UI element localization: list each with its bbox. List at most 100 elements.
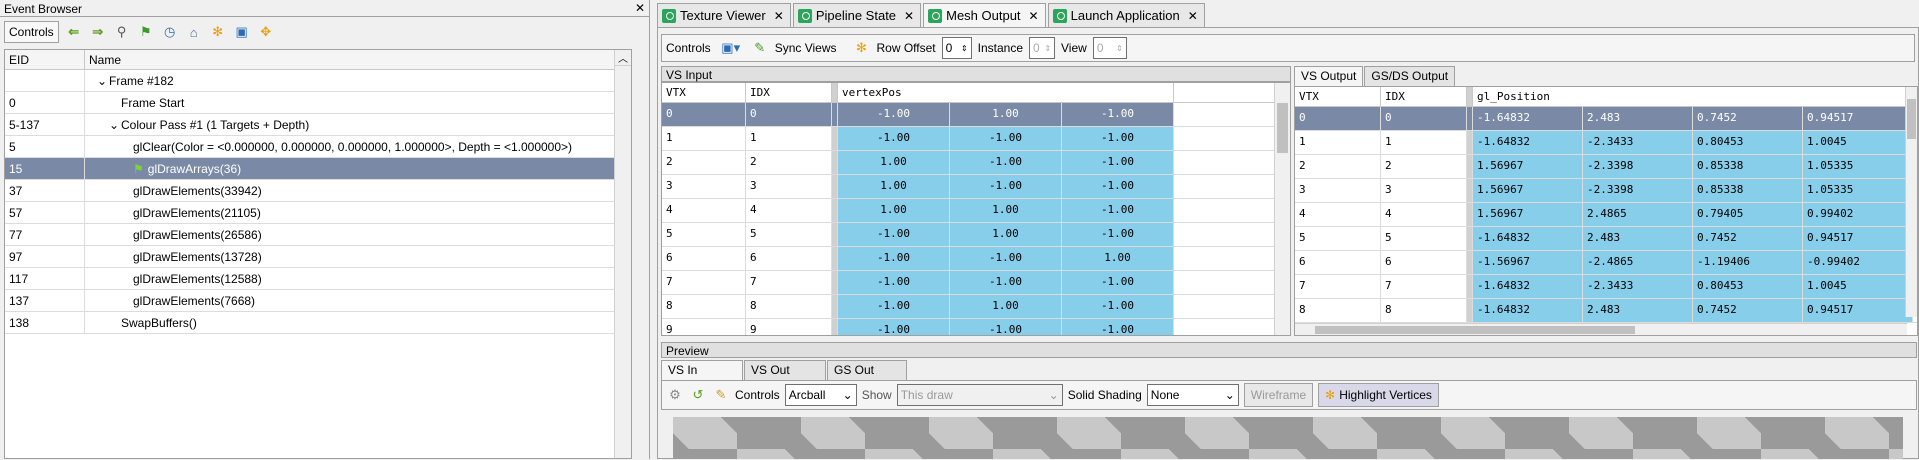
vertexpos-column-header[interactable]: vertexPos — [838, 83, 1174, 102]
row-offset-spinner[interactable]: 0 ⇕ — [941, 37, 972, 59]
out-vtx-column-header[interactable]: VTX — [1295, 87, 1381, 106]
table-cell: -1.00 — [1062, 151, 1174, 174]
eid-column-header[interactable]: EID — [5, 50, 85, 69]
gear-icon[interactable]: ⚙ — [666, 386, 684, 404]
tab-vs-output[interactable]: VS Output — [1294, 66, 1364, 86]
event-row[interactable]: 137 glDrawElements(7668) — [5, 290, 631, 312]
shading-select[interactable]: None ⌄ — [1146, 384, 1239, 406]
close-icon[interactable]: ✕ — [1029, 9, 1039, 23]
table-row[interactable]: 0 0 -1.00 1.00 -1.00 — [662, 103, 1290, 127]
event-row[interactable]: ⌄ Frame #182 — [5, 70, 631, 92]
vs-output-hscrollbar[interactable] — [1295, 323, 1907, 335]
table-row[interactable]: 6 6 -1.00 -1.00 1.00 — [662, 247, 1290, 271]
table-cell: -2.3433 — [1583, 131, 1693, 154]
tab-gs-ds-output[interactable]: GS/DS Output — [1364, 66, 1456, 86]
clock-icon[interactable]: ◷ — [161, 23, 179, 41]
close-icon[interactable]: ✕ — [774, 9, 784, 23]
scroll-thumb[interactable] — [1277, 103, 1288, 153]
vs-input-scrollbar[interactable] — [1274, 83, 1290, 335]
table-row[interactable]: 5 5 -1.00 1.00 -1.00 — [662, 223, 1290, 247]
wireframe-button[interactable]: Wireframe — [1243, 383, 1314, 407]
show-select[interactable]: This draw ⌄ — [896, 384, 1063, 406]
highlight-vertices-button[interactable]: ✻ Highlight Vertices — [1318, 383, 1439, 407]
table-row[interactable]: 4 4 1.00 1.00 -1.00 — [662, 199, 1290, 223]
flag-icon[interactable]: ⚑ — [137, 23, 155, 41]
tab-gs-out[interactable]: GS Out — [827, 360, 907, 380]
table-row[interactable]: 9 9 -1.00 -1.00 -1.00 — [662, 319, 1290, 335]
table-row[interactable]: 0 0 -1.64832 2.483 0.7452 0.94517 — [1295, 107, 1917, 131]
binoculars-icon[interactable]: ⚲ — [113, 23, 131, 41]
tab-vs-out[interactable]: VS Out — [744, 360, 826, 380]
event-row[interactable]: 5-137 ⌄ Colour Pass #1 (1 Targets + Depth) — [5, 114, 631, 136]
vs-output-grid: VTX IDX gl_Position 0 0 -1.64832 2.483 0.745… — [1294, 86, 1918, 336]
event-name-cell: glDrawElements(12588) — [85, 268, 631, 289]
event-row[interactable]: 37 glDrawElements(33942) — [5, 180, 631, 202]
event-row[interactable]: 138 SwapBuffers() — [5, 312, 631, 334]
pipette-icon[interactable]: ✎ — [712, 386, 730, 404]
table-cell: 1.56967 — [1473, 203, 1583, 226]
table-row[interactable]: 5 5 -1.64832 2.483 0.7452 0.94517 — [1295, 227, 1917, 251]
tab-texture-viewer[interactable]: Texture Viewer ✕ — [657, 3, 791, 27]
bookmark-icon[interactable]: ⌂ — [185, 23, 203, 41]
save-icon[interactable]: ▣ — [233, 23, 251, 41]
table-cell: -2.4865 — [1583, 251, 1693, 274]
table-row[interactable]: 2 2 1.56967 -2.3398 0.85338 1.05335 — [1295, 155, 1917, 179]
save-dropdown-icon[interactable]: ▣▾ — [717, 39, 745, 57]
table-row[interactable]: 2 2 1.00 -1.00 -1.00 — [662, 151, 1290, 175]
vs-output-scrollbar[interactable] — [1905, 87, 1917, 317]
event-row[interactable]: 15 ⚑ glDrawArrays(36) — [5, 158, 631, 180]
table-cell: 0.7452 — [1693, 227, 1803, 250]
name-column-header[interactable]: Name — [85, 50, 631, 69]
table-cell: 1.00 — [838, 151, 950, 174]
puzzle-icon[interactable]: ✥ — [257, 23, 275, 41]
event-row[interactable]: 97 glDrawElements(13728) — [5, 246, 631, 268]
out-idx-column-header[interactable]: IDX — [1381, 87, 1467, 106]
table-cell: -1.00 — [950, 247, 1062, 270]
table-row[interactable]: 1 1 -1.00 -1.00 -1.00 — [662, 127, 1290, 151]
tab-mesh-output[interactable]: Mesh Output ✕ — [923, 3, 1046, 27]
expander-icon[interactable]: ⌄ — [109, 118, 119, 132]
close-icon[interactable]: ✕ — [1188, 9, 1198, 23]
event-row[interactable]: 77 glDrawElements(26586) — [5, 224, 631, 246]
tab-launch-application[interactable]: Launch Application ✕ — [1047, 3, 1205, 27]
hscroll-thumb[interactable] — [1315, 326, 1635, 334]
settings-orange-icon[interactable]: ✻ — [853, 39, 871, 57]
tab-vs-in[interactable]: VS In — [661, 360, 743, 380]
table-row[interactable]: 4 4 1.56967 2.4865 0.79405 0.99402 — [1295, 203, 1917, 227]
table-row[interactable]: 3 3 1.56967 -2.3398 0.85338 1.05335 — [1295, 179, 1917, 203]
forward-arrow-icon[interactable]: ⇒ — [89, 23, 107, 41]
event-tree-scrollbar[interactable]: ︿ — [614, 50, 631, 458]
instance-spinner[interactable]: 0 ⇕ — [1029, 37, 1056, 59]
table-row[interactable]: 6 6 -1.56967 -2.4865 -1.19406 -0.99402 — [1295, 251, 1917, 275]
expander-icon[interactable]: ⌄ — [97, 74, 107, 88]
event-row[interactable]: 0 Frame Start — [5, 92, 631, 114]
table-row[interactable]: 3 3 1.00 -1.00 -1.00 — [662, 175, 1290, 199]
table-cell: -1.00 — [1062, 295, 1174, 318]
event-row[interactable]: 57 glDrawElements(21105) — [5, 202, 631, 224]
tab-pipeline-state[interactable]: Pipeline State ✕ — [792, 3, 922, 27]
view-spinner[interactable]: 0 ⇕ — [1092, 37, 1127, 59]
back-arrow-icon[interactable]: ⇐ — [65, 23, 83, 41]
gl-position-column-header[interactable]: gl_Position — [1473, 87, 1913, 106]
table-cell: 0.80453 — [1693, 275, 1803, 298]
event-row[interactable]: 5 glClear(Color = <0.000000, 0.000000, 0.… — [5, 136, 631, 158]
event-row[interactable]: 117 glDrawElements(12588) — [5, 268, 631, 290]
controls-select[interactable]: Arcball ⌄ — [784, 384, 857, 406]
table-cell: 2.483 — [1583, 227, 1693, 250]
preview-viewport[interactable] — [673, 417, 1903, 459]
scroll-thumb[interactable] — [1907, 99, 1916, 139]
table-row[interactable]: 7 7 -1.00 -1.00 -1.00 — [662, 271, 1290, 295]
vtx-column-header[interactable]: VTX — [662, 83, 746, 102]
table-cell: 1 — [662, 127, 746, 150]
close-icon[interactable]: ✕ — [635, 1, 645, 15]
table-row[interactable]: 1 1 -1.64832 -2.3433 0.80453 1.0045 — [1295, 131, 1917, 155]
close-icon[interactable]: ✕ — [904, 9, 914, 23]
gear-orange-icon[interactable]: ✻ — [209, 23, 227, 41]
table-row[interactable]: 8 8 -1.64832 2.483 0.7452 0.94517 — [1295, 299, 1917, 323]
reset-icon[interactable]: ↺ — [689, 386, 707, 404]
sync-views-button[interactable]: Sync Views — [775, 41, 837, 55]
idx-column-header[interactable]: IDX — [746, 83, 832, 102]
scroll-up-icon[interactable]: ︿ — [615, 50, 631, 66]
table-row[interactable]: 7 7 -1.64832 -2.3433 0.80453 1.0045 — [1295, 275, 1917, 299]
table-row[interactable]: 8 8 -1.00 1.00 -1.00 — [662, 295, 1290, 319]
